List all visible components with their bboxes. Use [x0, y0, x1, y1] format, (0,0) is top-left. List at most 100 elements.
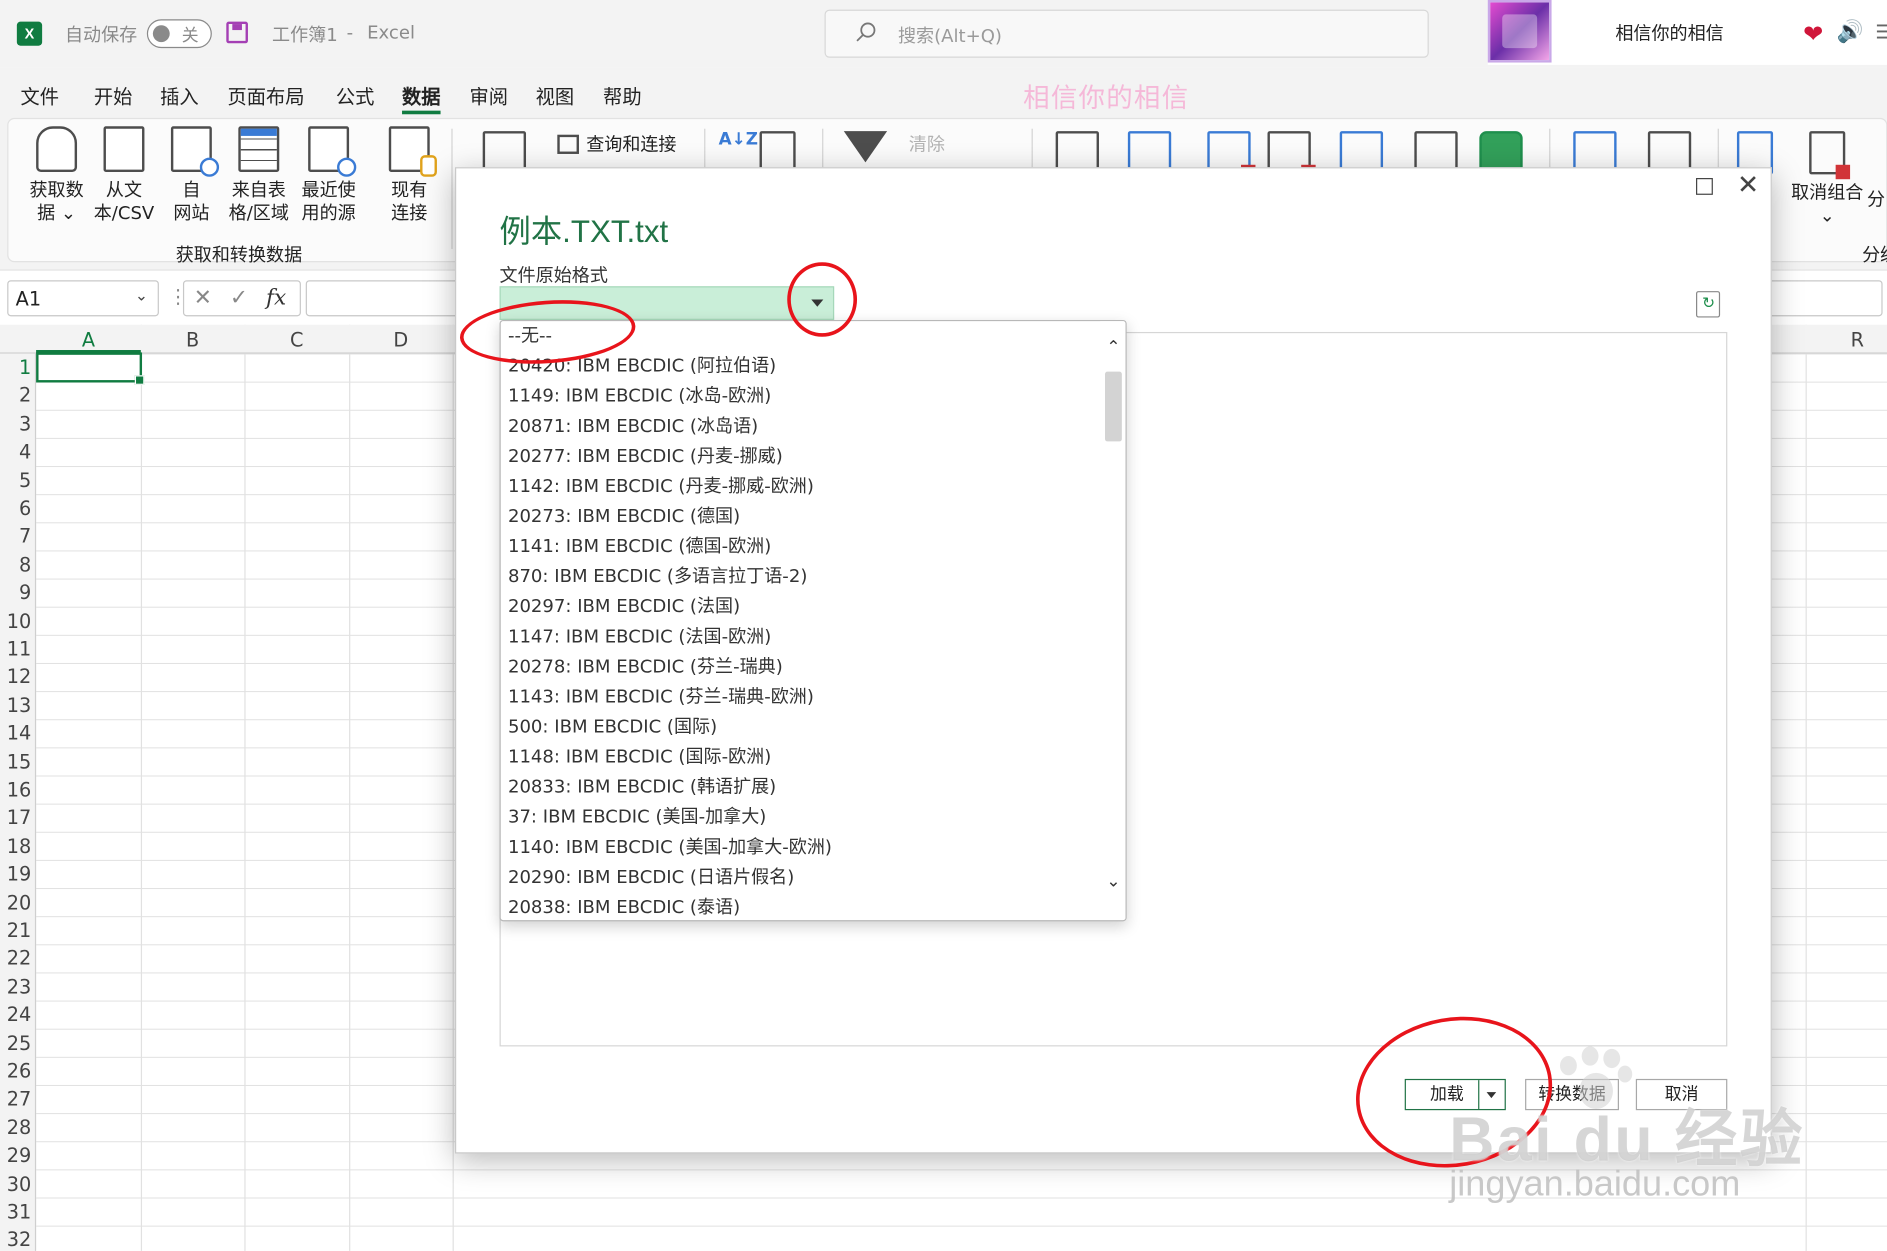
dropdown-item[interactable]: 20297: IBM EBCDIC (法国) [508, 592, 740, 622]
dropdown-item[interactable]: 20838: IBM EBCDIC (泰语) [508, 892, 740, 920]
row-header[interactable]: 3 [0, 412, 31, 435]
heart-icon[interactable]: ❤ [1803, 22, 1823, 46]
dropdown-item[interactable]: 1140: IBM EBCDIC (美国-加拿大-欧洲) [508, 832, 832, 862]
song-title: 相信你的相信 [1615, 22, 1724, 45]
row-header[interactable]: 28 [0, 1116, 32, 1139]
tab-view[interactable]: 视图 [536, 81, 575, 110]
dropdown-item[interactable]: 20273: IBM EBCDIC (德国) [508, 502, 740, 532]
get-data-button[interactable]: 获取数 据 ⌄ [23, 126, 90, 225]
row-header[interactable]: 31 [0, 1200, 32, 1223]
row-header[interactable]: 13 [0, 694, 32, 717]
close-icon[interactable]: ✕ [1737, 171, 1759, 201]
column-header-b[interactable]: B [141, 328, 245, 351]
existing-connections-button[interactable]: 现有 连接 [379, 126, 439, 225]
dropdown-item[interactable]: 37: IBM EBCDIC (美国-加拿大) [508, 802, 766, 832]
scroll-down-icon[interactable]: ⌄ [1105, 872, 1122, 891]
search-input[interactable]: 搜索(Alt+Q) [824, 9, 1429, 58]
column-header-a[interactable]: A [36, 328, 141, 351]
row-header[interactable]: 9 [0, 581, 31, 604]
tab-data[interactable]: 数据 [402, 81, 441, 115]
dropdown-item[interactable]: 1149: IBM EBCDIC (冰岛-欧洲) [508, 381, 771, 411]
name-box[interactable]: A1 ⌄ [7, 280, 159, 317]
from-web-button[interactable]: 自 网站 [162, 126, 220, 225]
search-placeholder: 搜索(Alt+Q) [897, 25, 1002, 47]
row-header[interactable]: 18 [0, 834, 32, 857]
dropdown-item[interactable]: 1143: IBM EBCDIC (芬兰-瑞典-欧洲) [508, 682, 814, 712]
column-header-d[interactable]: D [349, 328, 453, 351]
dropdown-item[interactable]: 1147: IBM EBCDIC (法国-欧洲) [508, 622, 771, 652]
scrollbar-thumb[interactable] [1104, 371, 1122, 442]
column-header-c[interactable]: C [244, 328, 349, 351]
row-header[interactable]: 24 [0, 1003, 32, 1026]
dropdown-item[interactable]: 20277: IBM EBCDIC (丹麦-挪威) [508, 441, 783, 471]
tab-home[interactable]: 开始 [94, 81, 133, 110]
dropdown-item[interactable]: 1148: IBM EBCDIC (国际-欧洲) [508, 742, 771, 772]
row-header[interactable]: 26 [0, 1060, 32, 1083]
ungroup-button[interactable]: 取消组合 ⌄ [1785, 182, 1869, 228]
sort-az-icon[interactable]: A↓Z [719, 131, 758, 148]
encoding-dropdown-list[interactable]: 20838: IBM EBCDIC (泰语) 20290: IBM EBCDIC … [499, 319, 1127, 922]
row-header[interactable]: 25 [0, 1032, 32, 1055]
dropdown-scrollbar[interactable]: ⌃ ⌄ [1100, 321, 1126, 921]
tab-insert[interactable]: 插入 [160, 81, 199, 110]
dropdown-item[interactable]: 20871: IBM EBCDIC (冰岛语) [508, 411, 758, 441]
maximize-icon[interactable] [1696, 178, 1713, 195]
row-header[interactable]: 16 [0, 778, 32, 801]
row-header[interactable]: 20 [0, 891, 32, 914]
queries-connections-button[interactable]: 查询和连接 [557, 131, 676, 156]
scroll-up-icon[interactable]: ⌃ [1105, 338, 1122, 357]
row-header[interactable]: 15 [0, 750, 32, 773]
row-header[interactable]: 29 [0, 1144, 32, 1167]
row-header[interactable]: 2 [0, 384, 31, 407]
row-header[interactable]: 8 [0, 553, 31, 576]
clear-filter-button[interactable]: 清除 [909, 131, 945, 156]
existing-line2: 连接 [391, 202, 428, 224]
dropdown-item[interactable]: 1141: IBM EBCDIC (德国-欧洲) [508, 532, 771, 562]
dropdown-item[interactable]: 20290: IBM EBCDIC (日语片假名) [508, 862, 794, 892]
row-header[interactable]: 22 [0, 947, 32, 970]
refresh-icon[interactable] [1696, 291, 1721, 318]
tab-file[interactable]: 文件 [20, 81, 59, 110]
queries-label: 查询和连接 [586, 133, 677, 156]
row-header[interactable]: 1 [0, 356, 31, 379]
row-header[interactable]: 11 [0, 637, 32, 660]
tab-review[interactable]: 审阅 [469, 81, 508, 110]
row-header[interactable]: 23 [0, 975, 32, 998]
from-text-csv-button[interactable]: 从文 本/CSV [90, 126, 157, 225]
dropdown-item[interactable]: 1142: IBM EBCDIC (丹麦-挪威-欧洲) [508, 471, 814, 501]
row-header[interactable]: 4 [0, 440, 31, 463]
cancel-icon[interactable]: ✕ [194, 285, 212, 310]
row-header[interactable]: 27 [0, 1088, 32, 1111]
menu-icon[interactable]: ☰ [1875, 20, 1887, 43]
row-header[interactable]: 14 [0, 722, 32, 745]
dropdown-item[interactable]: 500: IBM EBCDIC (国际) [508, 712, 717, 742]
row-header[interactable]: 6 [0, 497, 31, 520]
music-widget[interactable]: 相信你的相信 ❤ 🔊 ☰ [1487, 0, 1887, 65]
row-header[interactable]: 30 [0, 1172, 32, 1195]
row-header[interactable]: 17 [0, 806, 32, 829]
from-table-button[interactable]: 来自表 格/区域 [225, 126, 292, 225]
row-header[interactable]: 21 [0, 919, 32, 942]
row-header[interactable]: 10 [0, 609, 32, 632]
selected-cell-a1[interactable] [36, 352, 145, 385]
insert-function-icon[interactable]: fx [266, 285, 286, 310]
speaker-icon[interactable]: 🔊 [1837, 19, 1864, 44]
row-header[interactable]: 19 [0, 863, 32, 886]
column-header-r[interactable]: R [1806, 328, 1887, 351]
dropdown-item[interactable]: 870: IBM EBCDIC (多语言拉丁语-2) [508, 562, 807, 592]
recent-sources-button[interactable]: 最近使 用的源 [295, 126, 362, 225]
autosave-toggle[interactable]: 关 [146, 19, 212, 49]
subtotal-partial[interactable]: 分 [1867, 186, 1885, 211]
tab-page-layout[interactable]: 页面布局 [227, 81, 304, 110]
save-icon[interactable] [226, 21, 248, 44]
row-header[interactable]: 12 [0, 666, 32, 689]
enter-icon[interactable]: ✓ [230, 285, 248, 310]
ungroup-icon[interactable] [1809, 131, 1851, 180]
row-header[interactable]: 5 [0, 469, 31, 492]
row-header[interactable]: 7 [0, 525, 31, 548]
tab-help[interactable]: 帮助 [603, 81, 642, 110]
tab-formulas[interactable]: 公式 [336, 81, 375, 110]
row-header[interactable]: 32 [0, 1229, 32, 1251]
dropdown-item[interactable]: 20278: IBM EBCDIC (芬兰-瑞典) [508, 652, 783, 682]
dropdown-item[interactable]: 20833: IBM EBCDIC (韩语扩展) [508, 772, 776, 802]
